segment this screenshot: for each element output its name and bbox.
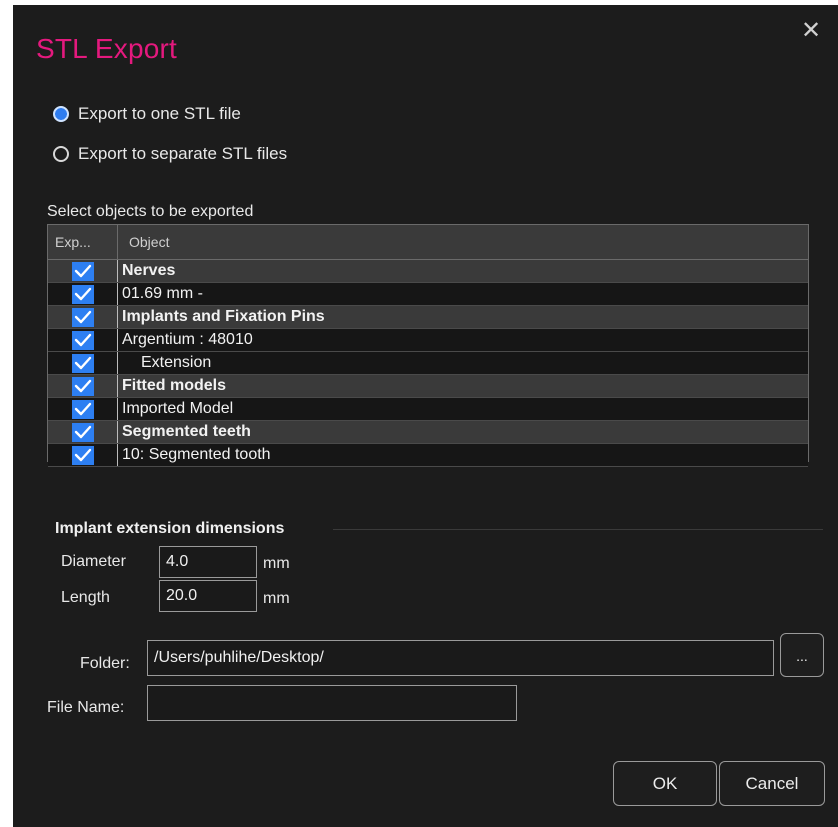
length-unit: mm	[263, 590, 290, 607]
column-header-export[interactable]: Exp...	[48, 225, 118, 259]
extension-group-title: Implant extension dimensions	[55, 520, 285, 537]
radio-export-separate-files[interactable]: Export to separate STL files	[53, 144, 287, 164]
radio-export-one-file[interactable]: Export to one STL file	[53, 104, 241, 124]
window-edge	[0, 0, 13, 827]
checkmark-icon	[74, 333, 92, 347]
length-label: Length	[61, 589, 110, 606]
radio-label: Export to separate STL files	[78, 144, 288, 163]
browse-folder-button[interactable]: ...	[780, 633, 824, 677]
export-checkbox[interactable]	[72, 331, 94, 350]
column-header-object[interactable]: Object	[118, 225, 808, 259]
objects-table: Exp... Object Nerves 01.69 mm - Implants a…	[47, 224, 809, 467]
objects-section-label: Select objects to be exported	[47, 203, 254, 220]
export-checkbox[interactable]	[72, 400, 94, 419]
export-cell	[48, 329, 118, 351]
export-checkbox[interactable]	[72, 285, 94, 304]
table-row[interactable]: Fitted models	[48, 375, 808, 398]
export-cell	[48, 421, 118, 443]
table-header: Exp... Object	[48, 225, 808, 260]
table-row[interactable]: Nerves	[48, 260, 808, 283]
table-row[interactable]: Argentium : 48010	[48, 329, 808, 352]
table-row[interactable]: 01.69 mm -	[48, 283, 808, 306]
radio-selected-icon[interactable]	[53, 106, 69, 122]
object-name: 10: Segmented tooth	[122, 446, 271, 463]
checkmark-icon	[74, 287, 92, 301]
object-name: Extension	[141, 354, 212, 371]
checkmark-icon	[74, 379, 92, 393]
export-cell	[48, 444, 118, 466]
table-row[interactable]: Segmented teeth	[48, 421, 808, 444]
export-cell	[48, 283, 118, 305]
diameter-unit: mm	[263, 555, 290, 572]
length-input[interactable]	[159, 580, 257, 612]
export-checkbox[interactable]	[72, 446, 94, 465]
close-icon[interactable]: ✕	[800, 19, 822, 43]
folder-label: Folder:	[80, 655, 130, 672]
object-name: Fitted models	[122, 377, 227, 394]
table-row[interactable]: Extension	[48, 352, 808, 375]
checkmark-icon	[74, 356, 92, 370]
diameter-label: Diameter	[61, 553, 126, 570]
export-cell	[48, 306, 118, 328]
object-name: Argentium : 48010	[122, 331, 253, 348]
filename-input[interactable]	[147, 685, 517, 721]
object-name: Nerves	[122, 262, 176, 279]
folder-input[interactable]	[147, 640, 774, 676]
filename-label: File Name:	[47, 699, 125, 716]
checkmark-icon	[74, 425, 92, 439]
checkmark-icon	[74, 448, 92, 462]
export-checkbox[interactable]	[72, 354, 94, 373]
table-row[interactable]: Imported Model	[48, 398, 808, 421]
table-row[interactable]: Implants and Fixation Pins	[48, 306, 808, 329]
object-name: Segmented teeth	[122, 423, 251, 440]
export-cell	[48, 260, 118, 282]
object-name: Implants and Fixation Pins	[122, 308, 325, 325]
export-cell	[48, 398, 118, 420]
export-checkbox[interactable]	[72, 262, 94, 281]
export-cell	[48, 352, 118, 374]
radio-unselected-icon[interactable]	[53, 146, 69, 162]
object-name: 01.69 mm -	[122, 285, 203, 302]
export-checkbox[interactable]	[72, 423, 94, 442]
diameter-input[interactable]	[159, 546, 257, 578]
dialog-title: STL Export	[36, 33, 178, 64]
export-checkbox[interactable]	[72, 377, 94, 396]
radio-label: Export to one STL file	[78, 104, 241, 123]
export-checkbox[interactable]	[72, 308, 94, 327]
table-body: Nerves 01.69 mm - Implants and Fixation Pi…	[48, 260, 808, 467]
table-row[interactable]: 10: Segmented tooth	[48, 444, 808, 467]
object-name: Imported Model	[122, 400, 234, 417]
ok-button[interactable]: OK	[613, 761, 717, 806]
stl-export-dialog: STL Export ✕ Export to one STL file Expo…	[13, 5, 838, 827]
checkmark-icon	[74, 310, 92, 324]
export-cell	[48, 375, 118, 397]
cancel-button[interactable]: Cancel	[719, 761, 825, 806]
group-divider	[333, 529, 823, 530]
checkmark-icon	[74, 402, 92, 416]
checkmark-icon	[74, 264, 92, 278]
